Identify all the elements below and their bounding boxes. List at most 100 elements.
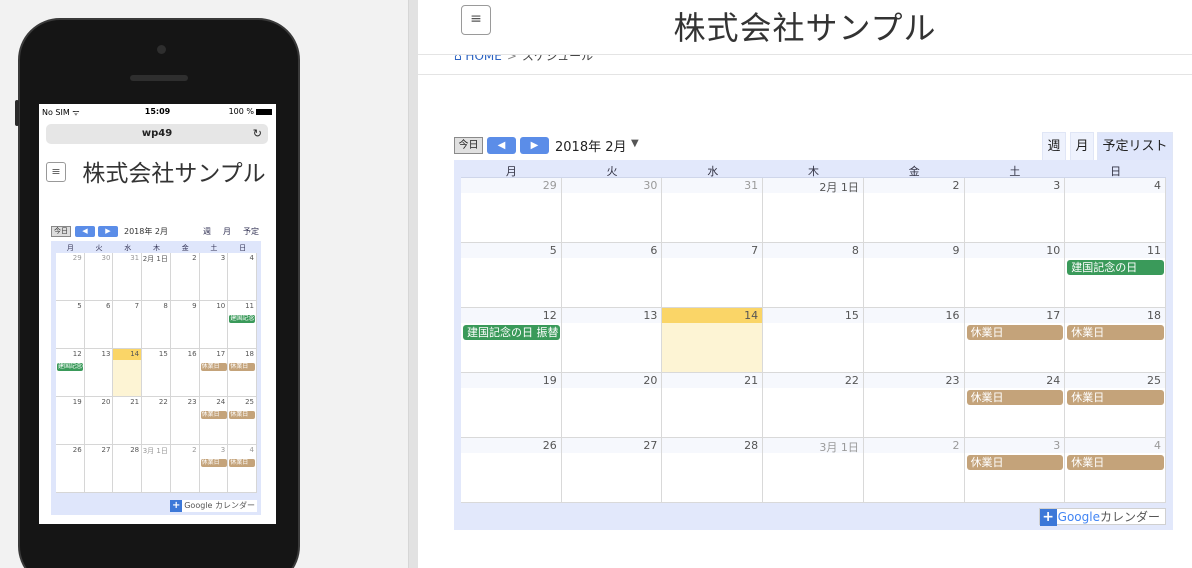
mobile-day-cell[interactable]: 19 bbox=[56, 397, 85, 445]
day-cell[interactable]: 19 bbox=[461, 373, 562, 438]
day-cell[interactable]: 20 bbox=[561, 373, 663, 438]
calendar-event[interactable]: 休業日 bbox=[966, 455, 1064, 470]
day-cell[interactable]: 2月 1日 bbox=[763, 178, 864, 243]
mobile-day-cell[interactable]: 6 bbox=[84, 301, 114, 349]
mobile-day-cell[interactable]: 31 bbox=[113, 253, 143, 301]
day-cell[interactable]: 15 bbox=[763, 308, 864, 373]
mobile-day-cell[interactable]: 26 bbox=[56, 445, 85, 493]
mobile-calendar-event[interactable]: 休業日 bbox=[200, 363, 227, 371]
mobile-day-cell[interactable]: 17 bbox=[199, 349, 229, 397]
calendar-event[interactable]: 休業日 bbox=[1067, 390, 1164, 405]
calendar-event[interactable]: 休業日 bbox=[966, 390, 1064, 405]
day-cell[interactable]: 10 bbox=[964, 243, 1066, 308]
day-cell[interactable]: 24 bbox=[964, 373, 1066, 438]
day-cell[interactable]: 11 bbox=[1065, 243, 1166, 308]
day-cell[interactable]: 22 bbox=[763, 373, 864, 438]
mobile-day-cell[interactable]: 21 bbox=[113, 397, 143, 445]
day-cell[interactable]: 3 bbox=[964, 438, 1066, 503]
today-button[interactable]: 今日 bbox=[454, 137, 483, 154]
mobile-day-cell[interactable]: 22 bbox=[142, 397, 171, 445]
view-list-tab[interactable]: 予定リスト bbox=[1097, 132, 1173, 160]
mobile-prev-button[interactable]: ◀ bbox=[75, 226, 95, 237]
mobile-day-cell[interactable]: 3 bbox=[199, 253, 229, 301]
day-cell[interactable]: 14 bbox=[662, 308, 764, 373]
mobile-view-list[interactable]: 予定 bbox=[243, 226, 259, 237]
breadcrumb-home-link[interactable]: ⌂ HOME bbox=[454, 55, 502, 63]
mobile-menu-button[interactable]: ≡ bbox=[46, 162, 66, 182]
calendar-event[interactable]: 建国記念の日 bbox=[1067, 260, 1164, 275]
view-month-tab[interactable]: 月 bbox=[1070, 132, 1094, 160]
mobile-day-cell[interactable]: 3月 1日 bbox=[142, 445, 171, 493]
day-cell[interactable]: 8 bbox=[763, 243, 864, 308]
day-cell[interactable]: 18 bbox=[1065, 308, 1166, 373]
google-calendar-badge[interactable]: + Googleカレンダー bbox=[1038, 508, 1166, 526]
mobile-calendar-event[interactable]: 休業日 bbox=[200, 459, 227, 467]
day-cell[interactable]: 26 bbox=[461, 438, 562, 503]
mobile-day-cell[interactable]: 7 bbox=[113, 301, 143, 349]
mobile-day-cell[interactable]: 3 bbox=[199, 445, 229, 493]
mobile-day-cell[interactable]: 8 bbox=[142, 301, 171, 349]
day-cell[interactable]: 23 bbox=[863, 373, 965, 438]
mobile-day-cell[interactable]: 13 bbox=[84, 349, 114, 397]
mobile-calendar-event[interactable]: 休業日 bbox=[200, 411, 227, 419]
reload-icon[interactable]: ↻ bbox=[253, 124, 262, 144]
mobile-day-cell[interactable]: 30 bbox=[84, 253, 114, 301]
day-cell[interactable]: 4 bbox=[1065, 178, 1166, 243]
address-bar[interactable]: wp49 ↻ bbox=[46, 124, 268, 144]
day-cell[interactable]: 28 bbox=[662, 438, 764, 503]
mobile-day-cell[interactable]: 27 bbox=[84, 445, 114, 493]
day-cell[interactable]: 30 bbox=[561, 178, 663, 243]
day-cell[interactable]: 31 bbox=[662, 178, 764, 243]
day-cell[interactable]: 27 bbox=[561, 438, 663, 503]
mobile-view-week[interactable]: 週 bbox=[203, 226, 211, 237]
day-cell[interactable]: 9 bbox=[863, 243, 965, 308]
mobile-day-cell[interactable]: 9 bbox=[170, 301, 200, 349]
mobile-day-cell[interactable]: 23 bbox=[170, 397, 200, 445]
calendar-event[interactable]: 休業日 bbox=[966, 325, 1064, 340]
mobile-day-cell[interactable]: 25 bbox=[228, 397, 257, 445]
prev-month-button[interactable]: ◀ bbox=[487, 137, 516, 154]
mobile-day-cell[interactable]: 4 bbox=[228, 253, 257, 301]
day-cell[interactable]: 5 bbox=[461, 243, 562, 308]
day-cell[interactable]: 17 bbox=[964, 308, 1066, 373]
calendar-event[interactable]: 建国記念の日 振替 bbox=[463, 325, 560, 340]
mobile-day-cell[interactable]: 4 bbox=[228, 445, 257, 493]
mobile-calendar-event[interactable]: 建国記念の日 振替 bbox=[57, 363, 83, 371]
mobile-day-cell[interactable]: 28 bbox=[113, 445, 143, 493]
calendar-event[interactable]: 休業日 bbox=[1067, 455, 1164, 470]
chevron-down-icon[interactable]: ▼ bbox=[631, 138, 639, 149]
day-cell[interactable]: 12 bbox=[461, 308, 562, 373]
day-cell[interactable]: 2 bbox=[863, 438, 965, 503]
day-cell[interactable]: 16 bbox=[863, 308, 965, 373]
day-cell[interactable]: 6 bbox=[561, 243, 663, 308]
mobile-day-cell[interactable]: 12 bbox=[56, 349, 85, 397]
day-cell[interactable]: 25 bbox=[1065, 373, 1166, 438]
mobile-view-month[interactable]: 月 bbox=[223, 226, 231, 237]
mobile-next-button[interactable]: ▶ bbox=[98, 226, 118, 237]
mobile-day-cell[interactable]: 20 bbox=[84, 397, 114, 445]
mobile-day-cell[interactable]: 18 bbox=[228, 349, 257, 397]
mobile-day-cell[interactable]: 5 bbox=[56, 301, 85, 349]
mobile-calendar-event[interactable]: 建国記念の日 bbox=[229, 315, 256, 323]
mobile-calendar-event[interactable]: 休業日 bbox=[229, 363, 256, 371]
mobile-day-cell[interactable]: 24 bbox=[199, 397, 229, 445]
mobile-day-cell[interactable]: 16 bbox=[170, 349, 200, 397]
mobile-day-cell[interactable]: 2 bbox=[170, 253, 200, 301]
calendar-event[interactable]: 休業日 bbox=[1067, 325, 1164, 340]
mobile-day-cell[interactable]: 14 bbox=[113, 349, 143, 397]
mobile-day-cell[interactable]: 10 bbox=[199, 301, 229, 349]
mobile-calendar-event[interactable]: 休業日 bbox=[229, 459, 256, 467]
mobile-day-cell[interactable]: 15 bbox=[142, 349, 171, 397]
day-cell[interactable]: 13 bbox=[561, 308, 663, 373]
day-cell[interactable]: 29 bbox=[461, 178, 562, 243]
day-cell[interactable]: 3 bbox=[964, 178, 1066, 243]
day-cell[interactable]: 3月 1日 bbox=[763, 438, 864, 503]
mobile-day-cell[interactable]: 2 bbox=[170, 445, 200, 493]
mobile-today-button[interactable]: 今日 bbox=[51, 226, 71, 237]
day-cell[interactable]: 7 bbox=[662, 243, 764, 308]
view-week-tab[interactable]: 週 bbox=[1042, 132, 1066, 160]
day-cell[interactable]: 4 bbox=[1065, 438, 1166, 503]
day-cell[interactable]: 21 bbox=[662, 373, 764, 438]
day-cell[interactable]: 2 bbox=[863, 178, 965, 243]
next-month-button[interactable]: ▶ bbox=[520, 137, 549, 154]
